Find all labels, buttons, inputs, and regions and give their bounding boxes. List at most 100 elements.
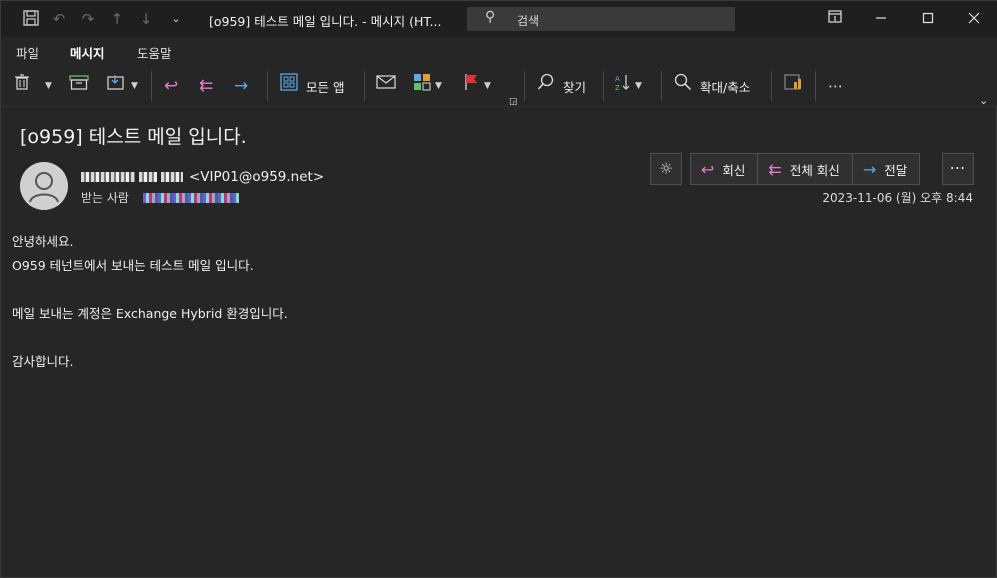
recipients-row: 받는 사람	[81, 189, 239, 206]
divider	[603, 71, 604, 101]
up-icon[interactable]: ↑	[107, 9, 127, 29]
divider	[151, 71, 152, 101]
divider	[524, 71, 525, 101]
insights-button[interactable]	[784, 73, 804, 99]
pin-icon[interactable]	[820, 7, 850, 31]
more-icon: ⋯	[949, 158, 967, 177]
divider	[815, 71, 816, 101]
down-icon[interactable]: ↓	[136, 9, 156, 29]
archive-button[interactable]	[69, 73, 89, 99]
mark-read-button[interactable]	[376, 73, 396, 99]
body-line	[12, 330, 288, 354]
tab-message[interactable]: 메시지	[70, 43, 105, 68]
save-icon[interactable]	[21, 9, 41, 29]
sort-icon: AZ	[615, 73, 631, 99]
all-apps-label: 모든 앱	[306, 79, 345, 95]
more-actions-button[interactable]: ⋯	[942, 153, 974, 185]
sun-icon: ☼	[658, 159, 674, 178]
reply-all-button[interactable]: ⇇	[199, 73, 213, 99]
svg-text:A: A	[615, 75, 620, 83]
body-line: 감사합니다.	[12, 354, 74, 369]
forward-icon: →	[862, 159, 877, 179]
reply-icon: ↩	[164, 76, 179, 96]
apps-grid-icon	[280, 73, 298, 99]
categorize-button[interactable]: ▼	[413, 73, 442, 99]
zoom-icon	[674, 73, 692, 99]
zoom-button[interactable]: 확대/축소	[674, 73, 750, 99]
divider	[364, 71, 365, 101]
search-icon: ⚲	[485, 9, 496, 25]
close-icon[interactable]	[959, 7, 989, 31]
to-label: 받는 사람	[81, 191, 129, 205]
chevron-down-icon[interactable]: ▼	[131, 81, 138, 91]
message-subject: [o959] 테스트 메일 입니다.	[20, 126, 247, 148]
chevron-down-icon[interactable]: ▼	[45, 81, 52, 91]
sender-email: <VIP01@o959.net>	[189, 169, 325, 185]
reply-all-icon: ⇇	[199, 76, 214, 96]
flag-button[interactable]: ▼	[464, 73, 491, 99]
sender-name-redacted	[81, 172, 135, 182]
chevron-down-icon[interactable]: ▼	[484, 81, 491, 91]
recipient-redacted[interactable]	[142, 192, 239, 203]
sender[interactable]: <VIP01@o959.net>	[81, 169, 324, 185]
svg-text:Z: Z	[615, 84, 620, 91]
flag-icon	[464, 73, 480, 99]
divider	[661, 71, 662, 101]
sender-name-redacted	[161, 172, 183, 182]
chevron-down-icon[interactable]: ▼	[435, 81, 442, 91]
ribbon: ▼ ▼ ↩ ⇇ → 모든 앱 ▼ ▼ ◲ 찾기 A Z ▼ 확대/축소 ⋯ ⌄	[1, 65, 997, 107]
archive-icon	[69, 73, 89, 99]
reply-button[interactable]: ↩	[164, 73, 178, 99]
insights-icon	[784, 73, 804, 99]
window-title: [o959] 테스트 메일 입니다. - 메시지 (HT...	[209, 14, 442, 29]
search-input[interactable]: ⚲ 검색	[467, 7, 735, 31]
sort-button[interactable]: AZ ▼	[615, 73, 642, 99]
reply-icon: ↩	[701, 159, 715, 179]
dialog-launcher-icon[interactable]: ◲	[509, 89, 518, 115]
collapse-ribbon-icon[interactable]: ⌄	[979, 87, 988, 113]
categorize-icon	[413, 73, 431, 99]
message-date: 2023-11-06 (월) 오후 8:44	[822, 191, 973, 205]
find-label: 찾기	[563, 79, 587, 95]
customize-icon[interactable]: ⌄	[166, 9, 186, 29]
body-line: 안녕하세요.	[12, 234, 74, 249]
undo-icon[interactable]: ↶	[49, 9, 69, 29]
message-body: 안녕하세요. O959 테넌트에서 보내는 테스트 메일 입니다. 메일 보내는…	[12, 234, 288, 378]
all-apps-button[interactable]: 모든 앱	[280, 73, 344, 99]
maximize-icon[interactable]	[913, 7, 943, 31]
chevron-down-icon[interactable]: ▼	[635, 81, 642, 91]
forward-button[interactable]: → 전달	[853, 154, 919, 184]
move-button[interactable]: ▼	[107, 73, 138, 99]
avatar[interactable]	[20, 162, 68, 210]
theme-toggle-button[interactable]: ☼	[650, 153, 682, 185]
body-line: 메일 보내는 계정은 Exchange Hybrid 환경입니다.	[12, 306, 288, 321]
tab-help[interactable]: 도움말	[137, 43, 172, 62]
reply-actions: ↩ 회신 ⇇ 전체 회신 → 전달	[690, 153, 921, 185]
trash-icon	[13, 73, 31, 99]
search-icon	[537, 73, 555, 99]
forward-icon: →	[234, 76, 249, 96]
find-button[interactable]: 찾기	[537, 73, 586, 99]
delete-button[interactable]: ▼	[13, 73, 52, 99]
reply-all-button[interactable]: ⇇ 전체 회신	[758, 154, 853, 184]
tab-file[interactable]: 파일	[16, 43, 39, 62]
sender-name-redacted	[139, 172, 157, 182]
move-folder-icon	[107, 73, 127, 99]
more-icon: ⋯	[828, 77, 844, 95]
zoom-label: 확대/축소	[700, 79, 751, 95]
body-line	[12, 282, 288, 306]
reply-label: 회신	[722, 162, 746, 178]
redo-icon[interactable]: ↷	[78, 9, 98, 29]
more-options-button[interactable]: ⋯	[828, 73, 844, 99]
forward-label: 전달	[884, 162, 908, 178]
reply-all-icon: ⇇	[768, 159, 782, 179]
minimize-icon[interactable]	[866, 7, 896, 31]
menu-tabs: 파일 메시지 도움말	[1, 37, 997, 68]
reply-button[interactable]: ↩ 회신	[691, 154, 759, 184]
divider	[771, 71, 772, 101]
title-bar: ↶ ↷ ↑ ↓ ⌄ [o959] 테스트 메일 입니다. - 메시지 (HT..…	[1, 1, 997, 37]
body-line: O959 테넌트에서 보내는 테스트 메일 입니다.	[12, 258, 254, 273]
divider	[267, 71, 268, 101]
reply-all-label: 전체 회신	[789, 162, 840, 178]
forward-button[interactable]: →	[234, 73, 248, 99]
